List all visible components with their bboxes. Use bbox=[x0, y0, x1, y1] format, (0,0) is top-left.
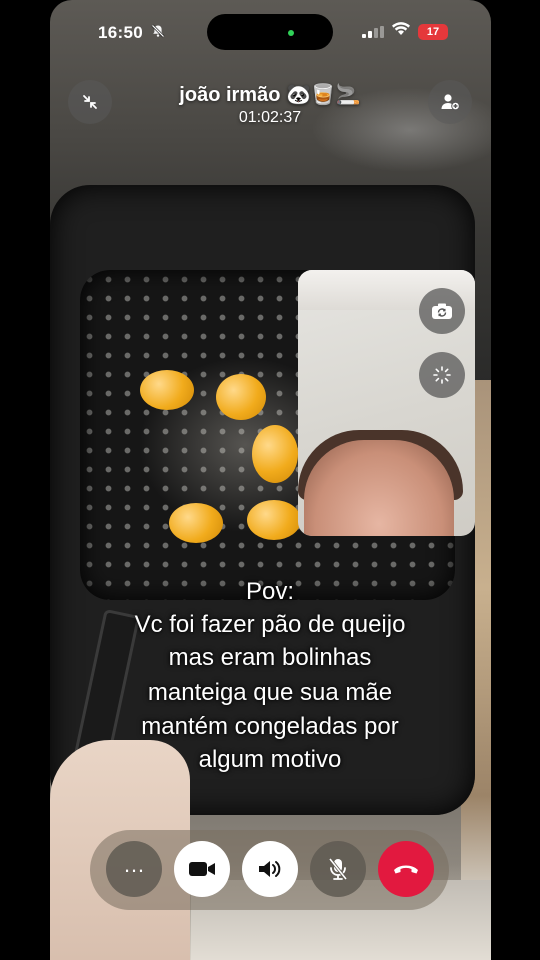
bell-slash-icon bbox=[151, 24, 165, 41]
butter-ball bbox=[247, 500, 301, 540]
camera-indicator-dot bbox=[288, 30, 294, 36]
effects-button[interactable] bbox=[419, 352, 465, 398]
status-bar: 16:50 17 bbox=[0, 0, 540, 60]
end-call-icon bbox=[394, 865, 418, 874]
butter-ball bbox=[169, 503, 223, 543]
caption-line: mantém congeladas por bbox=[141, 713, 399, 740]
caption-line: Pov: bbox=[245, 578, 295, 605]
caption-line: algum motivo bbox=[198, 746, 342, 773]
flip-camera-icon bbox=[432, 303, 452, 319]
caption-line: manteiga que sua mãe bbox=[147, 679, 393, 706]
flip-camera-button[interactable] bbox=[419, 288, 465, 334]
add-person-icon bbox=[441, 94, 460, 111]
more-button[interactable]: … bbox=[106, 841, 162, 897]
dynamic-island bbox=[207, 14, 333, 50]
caption-line: Vc foi fazer pão de queijo bbox=[134, 611, 406, 638]
effects-icon bbox=[433, 366, 451, 384]
add-person-button[interactable] bbox=[428, 80, 472, 124]
battery-icon: 17 bbox=[418, 24, 448, 40]
video-camera-icon bbox=[189, 862, 215, 876]
caption-line: mas eram bolinhas bbox=[168, 644, 372, 671]
speaker-icon bbox=[259, 861, 281, 877]
butter-ball bbox=[252, 425, 298, 483]
video-button[interactable] bbox=[174, 841, 230, 897]
butter-ball bbox=[140, 370, 194, 410]
butter-ball bbox=[216, 374, 266, 420]
more-icon: … bbox=[123, 852, 145, 877]
signal-icon bbox=[362, 26, 384, 38]
status-time: 16:50 bbox=[98, 23, 143, 42]
microphone-slash-icon bbox=[328, 858, 348, 880]
wifi-icon bbox=[392, 22, 410, 40]
self-view-face bbox=[304, 440, 454, 536]
speaker-button[interactable] bbox=[242, 841, 298, 897]
mute-button[interactable] bbox=[310, 841, 366, 897]
end-call-button[interactable] bbox=[378, 841, 434, 897]
